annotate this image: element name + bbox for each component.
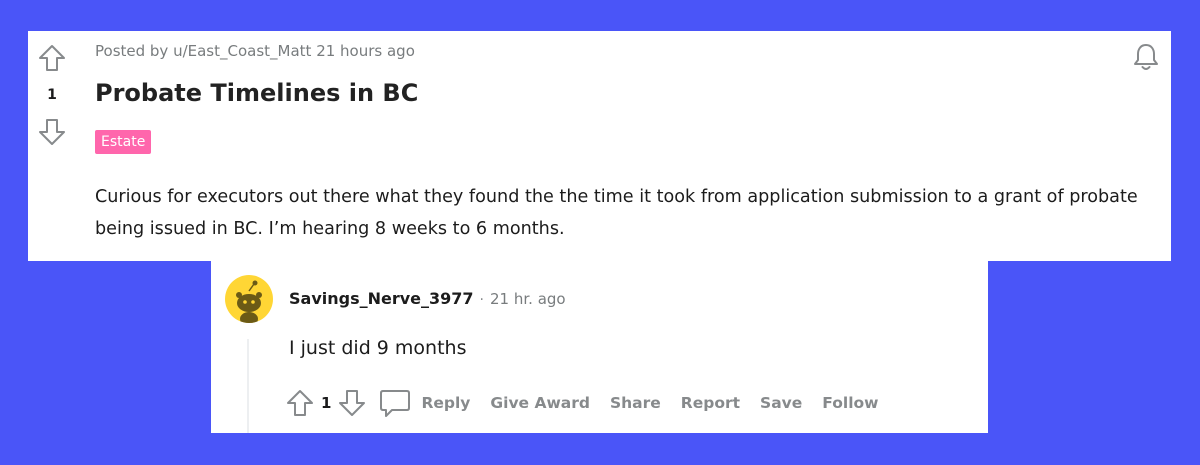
post-vote-column: 1 bbox=[28, 31, 76, 171]
follow-button[interactable]: Follow bbox=[822, 394, 878, 412]
comment-text: I just did 9 months bbox=[289, 337, 467, 359]
reply-label: Reply bbox=[421, 394, 471, 412]
reply-button[interactable]: Reply bbox=[379, 388, 470, 418]
comment-upvote-icon[interactable] bbox=[285, 388, 315, 418]
post-flair[interactable]: Estate bbox=[95, 130, 152, 154]
thread-line[interactable] bbox=[247, 339, 249, 433]
comment-actions: 1 Reply Give Award Share Report Save Fol… bbox=[285, 385, 879, 421]
post-meta: Posted by u/East_Coast_Matt 21 hours ago bbox=[95, 42, 415, 60]
comment-downvote-icon[interactable] bbox=[337, 388, 367, 418]
comment-card: Savings_Nerve_3977 · 21 hr. ago I just did… bbox=[211, 261, 988, 433]
comment-meta: Savings_Nerve_3977 · 21 hr. ago bbox=[289, 289, 566, 308]
share-button[interactable]: Share bbox=[610, 394, 661, 412]
post-body: Curious for executors out there what the… bbox=[95, 187, 1138, 239]
downvote-icon[interactable] bbox=[37, 117, 67, 147]
post-title[interactable]: Probate Timelines in BC bbox=[95, 79, 418, 107]
comment-time[interactable]: 21 hr. ago bbox=[490, 290, 566, 308]
give-award-button[interactable]: Give Award bbox=[490, 394, 590, 412]
speech-bubble-icon bbox=[380, 390, 411, 417]
post-vote-count: 1 bbox=[47, 87, 57, 103]
save-button[interactable]: Save bbox=[760, 394, 802, 412]
comment-author[interactable]: Savings_Nerve_3977 bbox=[289, 289, 474, 308]
avatar[interactable] bbox=[225, 275, 273, 323]
post-card: 1 Posted by u/East_Coast_Matt 21 hours a… bbox=[28, 31, 1171, 261]
snoo-avatar-icon bbox=[236, 280, 262, 323]
comment-vote-count: 1 bbox=[321, 394, 332, 412]
report-button[interactable]: Report bbox=[681, 394, 740, 412]
meta-separator: · bbox=[479, 292, 484, 308]
upvote-icon[interactable] bbox=[37, 43, 67, 73]
bell-icon[interactable] bbox=[1131, 41, 1161, 73]
